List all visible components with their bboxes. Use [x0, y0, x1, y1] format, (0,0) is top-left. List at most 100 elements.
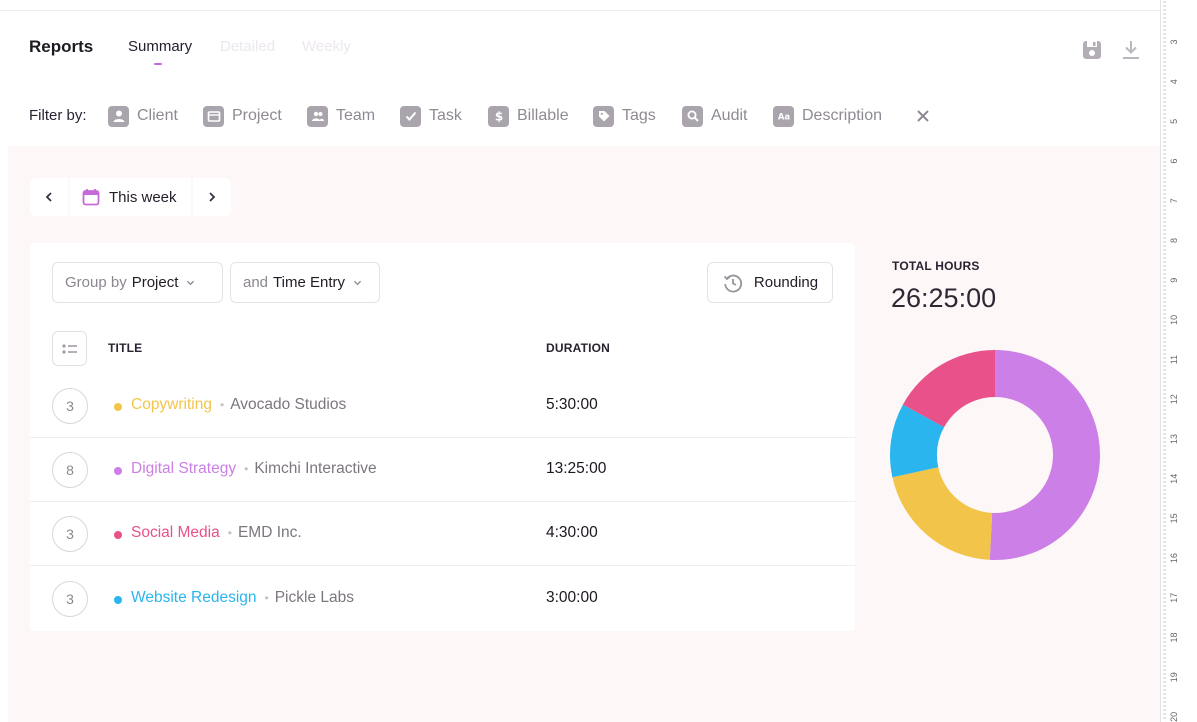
table-row[interactable]: 3 Copywriting • Avocado Studios 5:30:00 [30, 374, 855, 438]
filter-description-label: Description [802, 107, 883, 124]
row-divider [30, 565, 855, 566]
list-icon [61, 343, 77, 354]
filter-audit-label: Audit [711, 107, 748, 124]
client-name: EMD Inc. [237, 524, 302, 541]
text-icon: Aa [773, 105, 794, 127]
ruler-label: 14 [1169, 474, 1179, 484]
filter-client[interactable]: Client [108, 105, 178, 127]
project-cell: Website Redesign • Pickle Labs [131, 589, 354, 607]
rounding-button[interactable]: Rounding [707, 262, 833, 303]
ruler-label: 13 [1169, 434, 1179, 444]
total-hours-value: 26:25:00 [891, 283, 997, 313]
filter-tags[interactable]: Tags [593, 105, 656, 127]
next-week-button[interactable] [192, 178, 231, 216]
filter-audit[interactable]: Audit [682, 105, 747, 127]
side-ruler: 3 4 5 6 7 8 9 10 11 12 13 14 15 16 17 18 19 20 [1160, 0, 1197, 722]
check-icon [400, 105, 421, 127]
project-color-dot [114, 596, 122, 604]
date-range-button[interactable]: This week [70, 178, 191, 216]
svg-text:$: $ [494, 110, 502, 124]
entry-count-badge[interactable]: 3 [52, 388, 88, 424]
project-name: Digital Strategy [131, 460, 237, 477]
group-by-dropdown[interactable]: Group by Project [52, 262, 223, 303]
project-color-dot [114, 531, 122, 539]
svg-text:Aa: Aa [777, 113, 790, 123]
ruler-label: 9 [1169, 278, 1179, 283]
ruler-label: 16 [1169, 553, 1179, 563]
ruler-label: 11 [1169, 355, 1179, 364]
ruler-label: 4 [1169, 79, 1179, 84]
filter-description[interactable]: Aa Description [773, 105, 882, 127]
client-name: Kimchi Interactive [254, 460, 377, 477]
project-cell: Digital Strategy • Kimchi Interactive [131, 460, 377, 478]
chevron-down-icon [353, 280, 362, 286]
history-icon [723, 274, 742, 292]
donut-slice-copywriting[interactable] [892, 467, 993, 560]
dollar-icon: $ [488, 105, 509, 127]
report-table-card: Group by Project and Time Entry Rounding… [30, 243, 855, 631]
project-name: Website Redesign [131, 589, 257, 606]
date-range-picker: This week [30, 178, 231, 216]
group-by-value: Project [131, 274, 179, 291]
save-icon[interactable] [1082, 40, 1102, 60]
duration-value: 4:30:00 [546, 524, 598, 541]
team-icon [307, 105, 328, 127]
ruler-label: 10 [1169, 315, 1179, 325]
close-icon[interactable] [916, 109, 930, 123]
filter-team[interactable]: Team [307, 105, 375, 127]
chevron-left-icon [45, 192, 52, 202]
reports-app: Reports Summary Detailed Weekly Filter b… [0, 0, 1160, 722]
filter-task[interactable]: Task [400, 105, 462, 127]
secondary-group-prefix: and [243, 274, 269, 291]
filter-task-label: Task [429, 107, 462, 124]
filter-project[interactable]: Project [203, 105, 282, 127]
total-hours-label: TOTAL HOURS [892, 259, 980, 273]
project-color-dot [114, 467, 122, 475]
table-row[interactable]: 8 Digital Strategy • Kimchi Interactive 13… [30, 438, 855, 502]
tab-detailed[interactable]: Detailed [220, 38, 275, 55]
filter-by-label: Filter by: [29, 107, 87, 124]
group-by-prefix: Group by [65, 274, 127, 291]
tab-summary[interactable]: Summary [128, 38, 192, 65]
table-row[interactable]: 3 Website Redesign • Pickle Labs 3:00:00 [30, 567, 855, 631]
tab-weekly[interactable]: Weekly [302, 38, 351, 55]
separator-dot: • [244, 462, 249, 476]
table-row[interactable]: 3 Social Media • EMD Inc. 4:30:00 [30, 502, 855, 566]
entry-count-badge[interactable]: 3 [52, 516, 88, 552]
ruler-label: 19 [1169, 672, 1179, 682]
filter-client-label: Client [137, 107, 178, 124]
tag-icon [593, 105, 614, 127]
project-cell: Copywriting • Avocado Studios [131, 396, 346, 414]
page-title: Reports [29, 37, 94, 56]
project-donut-chart [890, 350, 1100, 560]
ruler-label: 7 [1169, 198, 1179, 203]
project-cell: Social Media • EMD Inc. [131, 524, 302, 542]
duration-value: 5:30:00 [546, 396, 598, 413]
ruler-label: 15 [1169, 513, 1179, 523]
secondary-group-value: Time Entry [273, 274, 345, 291]
column-header-duration[interactable]: DURATION [546, 341, 610, 355]
column-header-title[interactable]: TITLE [108, 341, 142, 355]
separator-dot: • [219, 398, 225, 412]
donut-slice-digital-strategy[interactable] [989, 350, 1100, 560]
filter-tags-label: Tags [622, 107, 656, 124]
date-range-label: This week [109, 188, 177, 206]
separator-dot: • [264, 591, 269, 605]
ruler-ticks: 3 4 5 6 7 8 9 10 11 12 13 14 15 16 17 18 19 20 [1163, 1, 1179, 722]
top-divider [0, 10, 1160, 11]
ruler-label: 8 [1169, 238, 1179, 243]
filter-billable[interactable]: $ Billable [488, 105, 569, 127]
user-icon [108, 105, 129, 127]
client-name: Avocado Studios [230, 396, 347, 413]
ruler-label: 3 [1169, 39, 1179, 44]
download-icon[interactable] [1121, 40, 1141, 60]
ruler-label: 20 [1169, 712, 1179, 722]
duration-value: 3:00:00 [546, 589, 598, 606]
filter-billable-label: Billable [517, 107, 569, 124]
expand-list-button[interactable] [52, 331, 87, 366]
secondary-group-dropdown[interactable]: and Time Entry [230, 262, 380, 303]
project-color-dot [114, 403, 122, 411]
previous-week-button[interactable] [30, 178, 68, 216]
entry-count-badge[interactable]: 3 [52, 581, 88, 617]
entry-count-badge[interactable]: 8 [52, 452, 88, 488]
